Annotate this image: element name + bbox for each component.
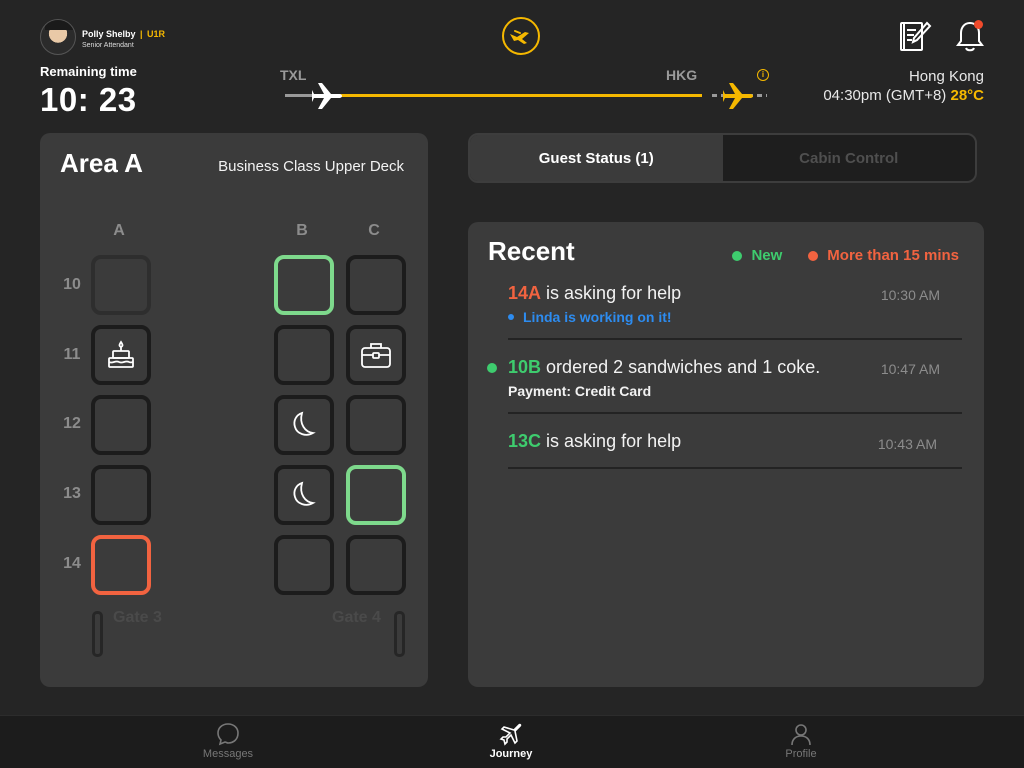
chat-bubble-icon — [217, 723, 239, 746]
legend-new: New — [732, 247, 782, 264]
row-label-12: 12 — [63, 415, 81, 432]
legend-overdue-label: More than 15 mins — [827, 247, 959, 264]
seat-10b[interactable] — [274, 255, 334, 315]
gate-4-label: Gate 4 — [332, 609, 381, 626]
tab-guest-status[interactable]: Guest Status (1) — [470, 135, 723, 181]
nav-profile[interactable]: Profile — [741, 722, 861, 760]
destination-city: Hong Kong — [908, 68, 984, 85]
user-name: Polly Shelby — [82, 29, 136, 40]
user-role: Senior Attendant — [82, 41, 134, 49]
divider — [508, 338, 962, 340]
row-label-13: 13 — [63, 485, 81, 502]
plane-icon — [311, 82, 344, 115]
legend-overdue: More than 15 mins — [808, 247, 959, 264]
remaining-time-label: Remaining time — [40, 64, 137, 79]
request-time: 10:30 AM — [880, 287, 940, 303]
seat-10a[interactable] — [91, 255, 151, 315]
divider — [508, 467, 962, 469]
row-label-11: 11 — [63, 346, 81, 363]
seat-14a[interactable] — [91, 535, 151, 595]
gate-4-door — [394, 611, 405, 657]
request-text: ordered 2 sandwiches and 1 coke. — [546, 357, 821, 377]
seat-10c[interactable] — [346, 255, 406, 315]
airplane-icon — [499, 723, 522, 746]
list-item[interactable]: 13C is asking for help 10:43 AM — [508, 431, 962, 452]
seat-14c[interactable] — [346, 535, 406, 595]
destination-plane-icon — [722, 82, 755, 115]
tab-cabin-control[interactable]: Cabin Control — [723, 135, 976, 181]
request-seat: 14A — [508, 283, 542, 303]
avatar — [40, 19, 76, 55]
nav-journey-label: Journey — [489, 748, 533, 760]
notification-badge — [974, 20, 983, 29]
notifications-button[interactable] — [954, 19, 986, 53]
nav-journey[interactable]: Journey — [451, 722, 571, 760]
divider — [508, 412, 962, 414]
seat-11b[interactable] — [274, 325, 334, 385]
moon-sleep-icon — [293, 481, 316, 506]
view-switcher: Guest Status (1) Cabin Control — [468, 133, 977, 183]
row-label-10: 10 — [63, 276, 81, 293]
seat-12a[interactable] — [91, 395, 151, 455]
seat-13c[interactable] — [346, 465, 406, 525]
nav-profile-label: Profile — [785, 748, 817, 760]
briefcase-icon — [361, 343, 391, 368]
recent-title: Recent — [488, 236, 575, 266]
request-time: 10:47 AM — [880, 361, 940, 377]
seat-12c[interactable] — [346, 395, 406, 455]
column-label-a: A — [113, 222, 125, 239]
payment-method: Payment: Credit Card — [508, 383, 652, 399]
list-item[interactable]: 10B ordered 2 sandwiches and 1 coke. 10:… — [487, 357, 962, 399]
area-subtitle: Business Class Upper Deck — [218, 158, 404, 175]
user-profile[interactable]: Polly Shelby | U1R Senior Attendant — [40, 19, 165, 55]
request-seat: 13C — [508, 431, 542, 451]
list-item[interactable]: 14A is asking for help 10:30 AM Linda is… — [508, 283, 962, 325]
birthday-cake-icon — [108, 340, 134, 368]
row-label-14: 14 — [63, 555, 81, 572]
request-seat: 10B — [508, 357, 542, 377]
column-label-c: C — [368, 222, 380, 239]
nav-messages-label: Messages — [202, 748, 254, 760]
route-progress-bar — [330, 94, 702, 97]
legend-new-label: New — [751, 247, 783, 264]
seat-14b[interactable] — [274, 535, 334, 595]
info-icon[interactable]: i — [757, 69, 769, 81]
seat-11c[interactable] — [346, 325, 406, 385]
column-label-b: B — [296, 222, 308, 239]
new-item-dot — [487, 363, 497, 373]
in-progress-dot — [508, 314, 514, 320]
request-text: is asking for help — [546, 431, 682, 451]
overdue-status-dot — [808, 250, 819, 261]
nav-messages[interactable]: Messages — [168, 722, 288, 760]
notes-button[interactable] — [898, 19, 932, 53]
gate-3-label: Gate 3 — [113, 609, 162, 626]
request-time: 10:43 AM — [877, 436, 937, 452]
route-destination: HKG — [666, 67, 698, 83]
bottom-nav: Messages Journey Profile — [0, 715, 1024, 768]
route-origin: TXL — [280, 67, 307, 83]
area-title: Area A — [60, 148, 143, 178]
seat-13b[interactable] — [274, 465, 334, 525]
remaining-time-value: 10: 23 — [40, 81, 137, 118]
area-panel: Area A Business Class Upper Deck A B C 1… — [40, 133, 428, 687]
gate-3-door — [92, 611, 103, 657]
request-status: Linda is working on it! — [523, 309, 672, 325]
destination-time-weather: 04:30pm (GMT+8) 28°C — [823, 87, 984, 104]
seat-13a[interactable] — [91, 465, 151, 525]
user-code: U1R — [146, 29, 165, 40]
moon-sleep-icon — [293, 411, 316, 436]
request-text: is asking for help — [546, 283, 682, 303]
person-icon — [791, 724, 811, 746]
airline-logo-icon — [502, 17, 540, 55]
seat-11a[interactable] — [91, 325, 151, 385]
seat-12b[interactable] — [274, 395, 334, 455]
notepad-edit-icon — [900, 21, 932, 51]
destination-temperature: 28°C — [950, 87, 984, 104]
destination-local-time: 04:30pm (GMT+8) — [823, 87, 947, 104]
status-legend: New More than 15 mins — [732, 247, 959, 264]
new-status-dot — [732, 250, 743, 261]
recent-panel: Recent New More than 15 mins 14A is aski… — [468, 222, 984, 687]
user-separator: | — [139, 29, 143, 40]
